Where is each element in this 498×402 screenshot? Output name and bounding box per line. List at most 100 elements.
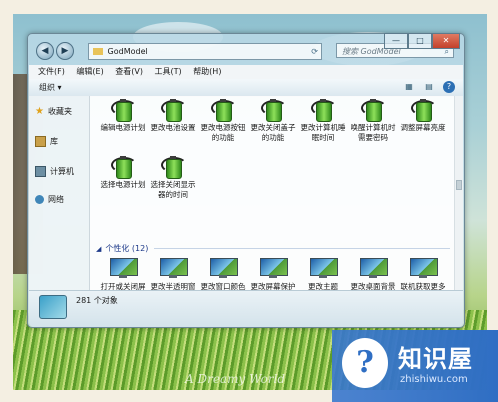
list-item[interactable]: 调整屏幕亮度 (398, 99, 448, 133)
item-label: 打开或关闭屏幕保护程序 (100, 282, 146, 290)
vertical-scrollbar[interactable] (454, 96, 463, 290)
sidebar-item-label: 网络 (48, 195, 64, 204)
item-label: 更改电池设置 (150, 123, 196, 132)
group-divider (154, 248, 450, 249)
item-label: 唤醒计算机时需要密码 (350, 123, 396, 142)
menu-help[interactable]: 帮助(H) (193, 67, 221, 76)
item-label: 调整屏幕亮度 (400, 123, 446, 132)
back-button[interactable]: ◀ (36, 42, 54, 60)
list-item[interactable]: 更改主题 (298, 258, 348, 290)
item-label: 联机获取更多主题 (400, 282, 446, 290)
question-badge-icon: ? (342, 338, 388, 388)
library-icon (35, 136, 46, 147)
sidebar-item-label: 收藏夹 (48, 107, 72, 116)
battery-icon (111, 156, 137, 179)
list-item[interactable]: 更改半透明窗口颜色 (148, 258, 198, 290)
group-header-personalization[interactable]: ◢ 个性化 (12) (96, 243, 148, 254)
item-label: 更改半透明窗口颜色 (150, 282, 196, 290)
command-bar: 组织 ▾ ▦ ▤ ? (29, 79, 463, 97)
file-list: 编辑电源计划 更改电池设置 更改电源按钮的功能 更改关闭盖子的功能 更改计算机睡… (90, 96, 456, 290)
monitor-icon (210, 258, 238, 278)
menu-view[interactable]: 查看(V) (115, 67, 143, 76)
monitor-icon (360, 258, 388, 278)
folder-icon (93, 48, 103, 55)
close-button[interactable]: ✕ (432, 33, 460, 49)
sidebar-item-label: 计算机 (50, 167, 74, 176)
title-bar: ◀ ▶ GodModel ⟳ 搜索 GodModel ⌕ — □ ✕ (28, 33, 464, 64)
menu-bar: 文件(F) 编辑(E) 查看(V) 工具(T) 帮助(H) (29, 65, 463, 80)
details-pane: 281 个对象 (29, 290, 463, 327)
wallpaper-watermark: A Dreamy World (185, 372, 286, 386)
menu-tools[interactable]: 工具(T) (155, 67, 182, 76)
sidebar-item-network[interactable]: 网络 (35, 194, 64, 205)
item-label: 编辑电源计划 (100, 123, 146, 132)
item-label: 选择电源计划 (100, 180, 146, 189)
menu-file[interactable]: 文件(F) (38, 67, 65, 76)
computer-icon (35, 166, 46, 177)
list-item[interactable]: 选择电源计划 (98, 156, 148, 190)
menu-edit[interactable]: 编辑(E) (76, 67, 103, 76)
battery-icon (111, 99, 137, 122)
minimize-button[interactable]: — (384, 33, 408, 49)
brand-domain: zhishiwu.com (400, 374, 468, 385)
forward-button[interactable]: ▶ (56, 42, 74, 60)
battery-icon (361, 99, 387, 122)
item-label: 更改主题 (308, 282, 338, 290)
folder-preview-icon (39, 295, 67, 319)
item-label: 更改屏幕保护程序 (250, 282, 296, 290)
collapse-triangle-icon[interactable]: ◢ (96, 245, 101, 253)
caption-buttons: — □ ✕ (384, 33, 460, 49)
battery-icon (161, 156, 187, 179)
battery-icon (211, 99, 237, 122)
sidebar-item-library[interactable]: 库 (35, 136, 58, 147)
star-icon: ★ (35, 106, 44, 117)
list-item[interactable]: 更改屏幕保护程序 (248, 258, 298, 290)
help-icon[interactable]: ? (443, 81, 455, 93)
monitor-icon (110, 258, 138, 278)
maximize-button[interactable]: □ (408, 33, 432, 49)
battery-icon (161, 99, 187, 122)
item-label: 更改计算机睡眠时间 (300, 123, 346, 142)
item-label: 选择关闭显示器的时间 (150, 180, 196, 199)
list-item[interactable]: 更改桌面背景 (348, 258, 398, 290)
list-item[interactable]: 更改关闭盖子的功能 (248, 99, 298, 143)
list-item[interactable]: 选择关闭显示器的时间 (148, 156, 198, 200)
list-item[interactable]: 打开或关闭屏幕保护程序 (98, 258, 148, 290)
sidebar-item-computer[interactable]: 计算机 (35, 166, 74, 177)
address-text: GodModel (107, 47, 148, 56)
monitor-icon (410, 258, 438, 278)
organize-button[interactable]: 组织 ▾ (39, 83, 62, 92)
monitor-icon (160, 258, 188, 278)
scroll-thumb[interactable] (456, 180, 462, 190)
site-logo: ? 知识屋 zhishiwu.com (332, 330, 498, 402)
monitor-icon (310, 258, 338, 278)
battery-icon (311, 99, 337, 122)
battery-icon (261, 99, 287, 122)
network-icon (35, 195, 44, 204)
view-controls: ▦ ▤ ? (403, 81, 455, 93)
view-options-icon[interactable]: ▦ (403, 81, 415, 93)
list-item[interactable]: 编辑电源计划 (98, 99, 148, 133)
object-count: 281 个对象 (76, 296, 118, 305)
item-label: 更改电源按钮的功能 (200, 123, 246, 142)
item-label: 更改窗口颜色和指标 (200, 282, 246, 290)
item-label: 更改关闭盖子的功能 (250, 123, 296, 142)
brand-name: 知识屋 (398, 345, 473, 373)
battery-icon (411, 99, 437, 122)
list-item[interactable]: 联机获取更多主题 (398, 258, 448, 290)
preview-pane-icon[interactable]: ▤ (423, 81, 435, 93)
item-label: 更改桌面背景 (350, 282, 396, 290)
list-item[interactable]: 更改计算机睡眠时间 (298, 99, 348, 143)
group-title: 个性化 (12) (105, 244, 149, 253)
sidebar-item-label: 库 (50, 137, 58, 146)
list-item[interactable]: 更改电源按钮的功能 (198, 99, 248, 143)
explorer-window: ◀ ▶ GodModel ⟳ 搜索 GodModel ⌕ — □ ✕ 文件(F)… (27, 33, 465, 328)
list-item[interactable]: 唤醒计算机时需要密码 (348, 99, 398, 143)
list-item[interactable]: 更改电池设置 (148, 99, 198, 133)
address-bar[interactable]: GodModel ⟳ (88, 43, 322, 60)
sidebar-item-favorites[interactable]: ★ 收藏夹 (35, 106, 72, 117)
refresh-icon[interactable]: ⟳ (311, 44, 318, 59)
list-item[interactable]: 更改窗口颜色和指标 (198, 258, 248, 290)
monitor-icon (260, 258, 288, 278)
navigation-pane: ★ 收藏夹 库 计算机 网络 (29, 96, 90, 290)
